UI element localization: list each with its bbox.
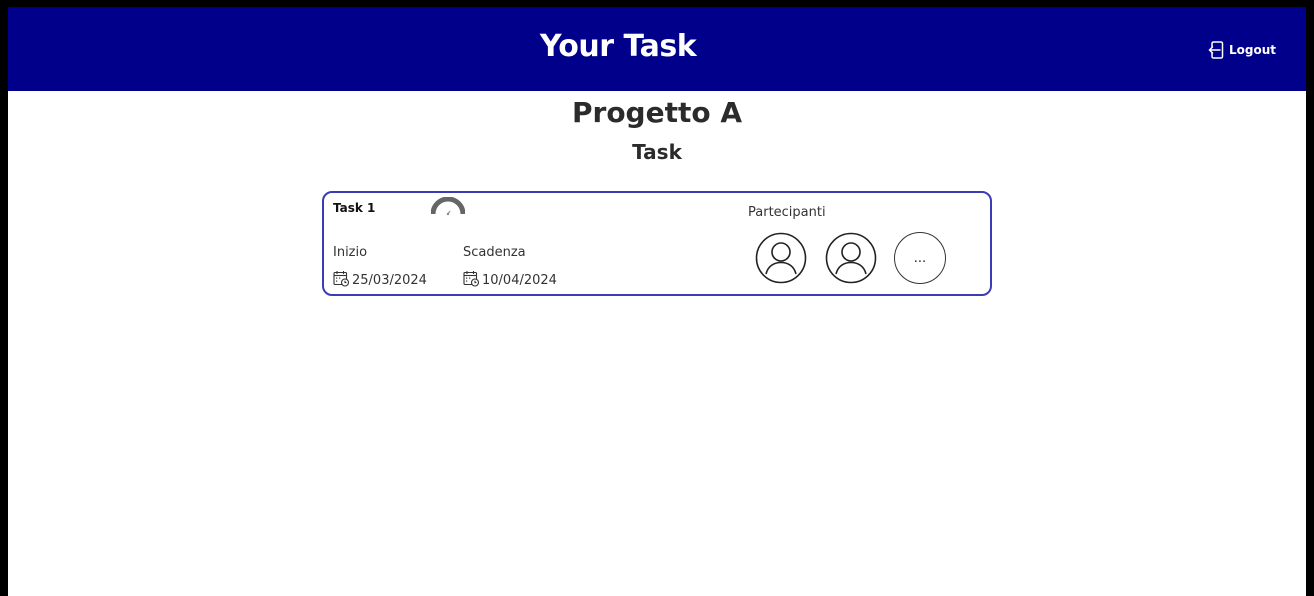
start-date: 25/03/2024 — [333, 270, 427, 291]
start-date-value: 25/03/2024 — [352, 273, 427, 288]
top-bar: Your Task Logout — [8, 7, 1306, 91]
task-name: Task 1 — [333, 201, 376, 215]
due-label: Scadenza — [463, 245, 526, 260]
task-card[interactable]: Task 1 Inizio 25/03/2024 Scadenza 10/04/… — [322, 191, 992, 296]
logout-label: Logout — [1228, 43, 1276, 57]
gauge-icon — [430, 196, 466, 221]
start-label: Inizio — [333, 245, 368, 260]
section-title: Task — [632, 140, 682, 164]
user-avatar-icon[interactable] — [755, 232, 807, 284]
project-title: Progetto A — [571, 96, 743, 129]
user-avatar-icon[interactable] — [825, 232, 877, 284]
due-date-value: 10/04/2024 — [482, 273, 557, 288]
app-title: Your Task — [539, 29, 697, 64]
logout-icon — [1208, 41, 1225, 59]
due-date: 10/04/2024 — [463, 270, 557, 291]
app-window: Your Task Logout Progetto A Task Task 1 … — [8, 7, 1306, 596]
calendar-clock-icon — [463, 270, 480, 291]
logout-button[interactable]: Logout — [1208, 41, 1276, 59]
participants-label: Partecipanti — [748, 205, 826, 220]
calendar-clock-icon — [333, 270, 350, 291]
more-participants-button[interactable]: ... — [894, 232, 946, 284]
